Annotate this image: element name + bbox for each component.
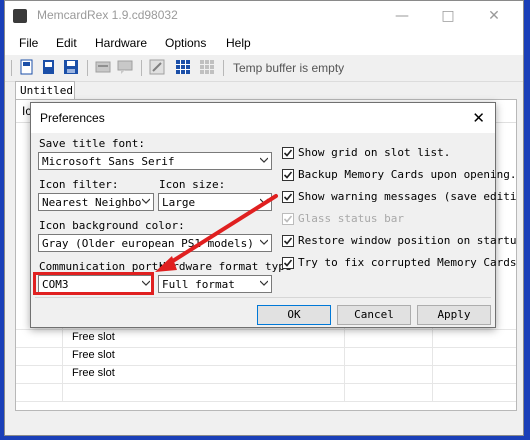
list-item[interactable] — [16, 384, 516, 402]
checkmark-icon — [283, 171, 293, 179]
icon-size-label: Icon size: — [159, 178, 226, 191]
edit-header-icon[interactable] — [95, 59, 111, 75]
hw-format-select[interactable]: Full format — [158, 275, 272, 293]
checkbox-box[interactable] — [282, 169, 294, 181]
checkmark-icon — [283, 259, 293, 267]
cancel-button[interactable]: Cancel — [337, 305, 411, 325]
close-button[interactable]: ✕ — [471, 1, 517, 31]
dialog-close-icon[interactable]: ✕ — [472, 109, 485, 127]
chevron-down-icon — [260, 198, 268, 204]
new-card-icon[interactable] — [19, 59, 35, 75]
icon-bg-label: Icon background color: — [39, 219, 185, 232]
menu-help[interactable]: Help — [226, 36, 251, 50]
annotation-highlight-box — [33, 272, 154, 295]
menu-file[interactable]: File — [19, 36, 38, 50]
icon-filter-select[interactable]: Nearest Neighbo — [38, 193, 154, 211]
menu-edit[interactable]: Edit — [56, 36, 77, 50]
icon-size-value: Large — [162, 196, 196, 209]
maximize-button[interactable]: □ — [425, 1, 471, 31]
app-icon — [13, 9, 27, 23]
checkmark-icon — [283, 193, 293, 201]
save-title-font-select[interactable]: Microsoft Sans Serif — [38, 152, 272, 170]
list-item[interactable]: Free slot — [16, 348, 516, 366]
checkbox-box[interactable] — [282, 191, 294, 203]
icon-bg-select[interactable]: Gray (Older european PS1 models) — [38, 234, 272, 252]
icon-bg-value: Gray (Older european PS1 models) — [42, 237, 254, 250]
toolbar-separator — [141, 60, 142, 76]
list-item[interactable]: Free slot — [16, 330, 516, 348]
checkmark-icon — [283, 237, 293, 245]
menu-options[interactable]: Options — [165, 36, 206, 50]
open-card-icon[interactable] — [41, 59, 57, 75]
grid-view-icon[interactable] — [175, 59, 191, 75]
menu-bar: File Edit Hardware Options Help — [5, 31, 523, 55]
title-bar: MemcardRex 1.9.cd98032 — □ ✕ — [5, 1, 523, 31]
toolbar-separator — [87, 60, 88, 76]
checkmark-icon — [283, 149, 293, 157]
window-title: MemcardRex 1.9.cd98032 — [37, 8, 178, 22]
edit-icon-icon[interactable] — [149, 59, 165, 75]
save-title-font-value: Microsoft Sans Serif — [42, 155, 175, 168]
chevron-down-icon — [260, 239, 268, 245]
checkbox-box[interactable] — [282, 147, 294, 159]
checkbox-box[interactable] — [282, 257, 294, 269]
backup-cards-label: Backup Memory Cards upon opening. — [298, 168, 517, 181]
buffer-status: Temp buffer is empty — [233, 61, 345, 75]
checkbox-box — [282, 213, 294, 225]
icon-filter-label: Icon filter: — [39, 178, 119, 191]
chevron-down-icon — [142, 198, 150, 204]
dialog-divider — [35, 297, 491, 298]
toolbar-separator — [223, 60, 224, 76]
tab-untitled[interactable]: Untitled — [15, 81, 75, 100]
icon-filter-value: Nearest Neighbo — [42, 196, 142, 209]
minimize-button[interactable]: — — [379, 1, 425, 31]
hw-format-value: Full format — [162, 278, 235, 291]
save-title-font-label: Save title font: — [39, 137, 145, 150]
restore-position-label: Restore window position on startu — [298, 234, 517, 247]
chevron-down-icon — [260, 157, 268, 163]
dialog-title: Preferences — [40, 111, 105, 125]
dialog-title-bar: Preferences ✕ — [31, 103, 495, 133]
checkbox-box[interactable] — [282, 235, 294, 247]
chevron-down-icon — [260, 280, 268, 286]
fix-corrupted-label: Try to fix corrupted Memory Cards — [298, 256, 517, 269]
ok-button[interactable]: OK — [257, 305, 331, 325]
slot-name: Free slot — [72, 367, 115, 379]
show-warnings-label: Show warning messages (save editi — [298, 190, 517, 203]
apply-button[interactable]: Apply — [417, 305, 491, 325]
grid-view-alt-icon[interactable] — [199, 59, 215, 75]
slot-name: Free slot — [72, 331, 115, 343]
icon-size-select[interactable]: Large — [158, 193, 272, 211]
list-item[interactable]: Free slot — [16, 366, 516, 384]
menu-hardware[interactable]: Hardware — [95, 36, 147, 50]
toolbar: Temp buffer is empty — [5, 55, 523, 82]
save-card-icon[interactable] — [63, 59, 79, 75]
checkmark-icon — [283, 215, 293, 223]
comment-icon[interactable] — [117, 59, 133, 75]
toolbar-separator — [11, 60, 12, 76]
hw-format-label: Hardware format type — [159, 260, 292, 273]
glass-status-label: Glass status bar — [298, 212, 404, 225]
slot-name: Free slot — [72, 349, 115, 361]
show-grid-label: Show grid on slot list. — [298, 146, 451, 159]
